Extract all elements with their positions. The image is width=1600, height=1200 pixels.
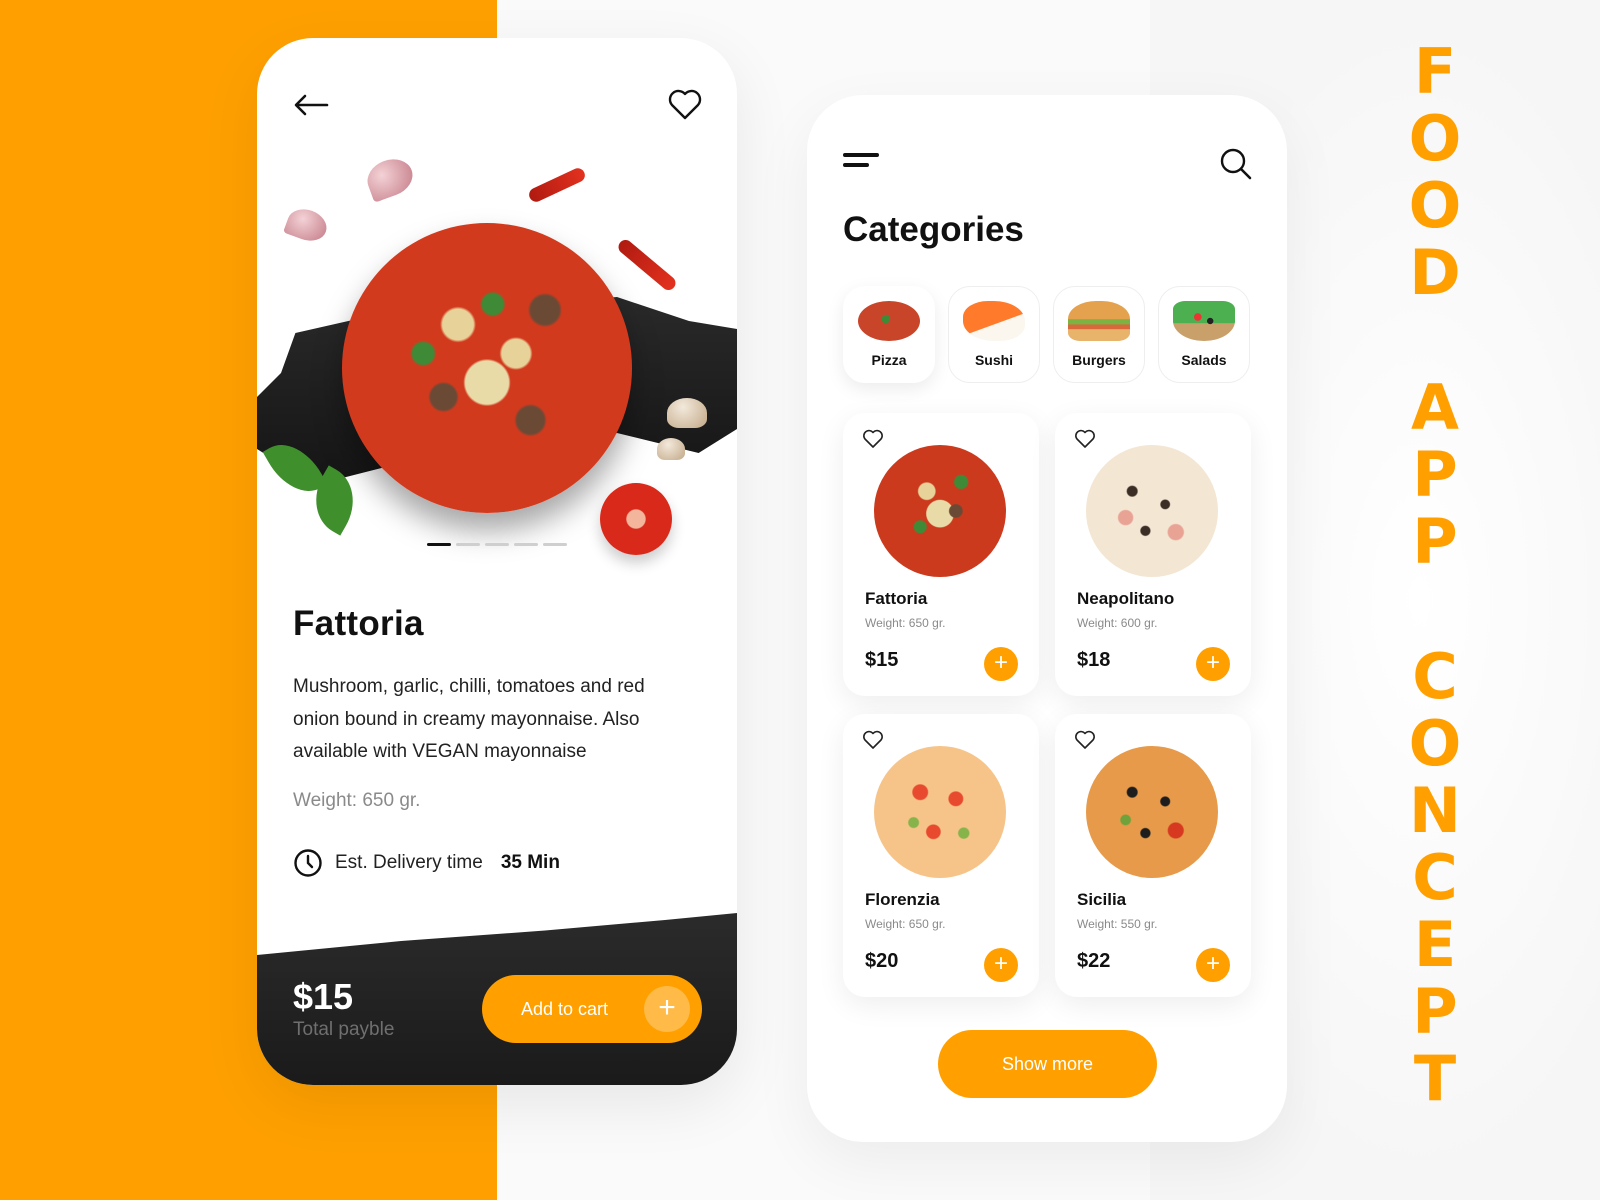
product-weight: Weight: 600 gr. (1077, 616, 1158, 630)
product-card[interactable]: Fattoria Weight: 650 gr. $15 + (843, 413, 1039, 696)
title-letter: O (1408, 707, 1462, 780)
category-pizza[interactable]: Pizza (843, 286, 935, 383)
garlic-image (283, 204, 331, 246)
category-list: Pizza Sushi Burgers Salads (843, 286, 1250, 383)
add-button[interactable]: + (984, 647, 1018, 681)
carousel-dot[interactable] (514, 543, 538, 546)
tomato-image (600, 483, 672, 555)
product-description: Mushroom, garlic, chilli, tomatoes and r… (293, 676, 645, 762)
chili-image (615, 237, 679, 293)
product-grid: Fattoria Weight: 650 gr. $15 + Neapolita… (843, 413, 1251, 997)
delivery-value: 35 Min (500, 852, 560, 873)
salad-image (1173, 301, 1235, 341)
mushroom-image (657, 438, 685, 460)
burger-image (1068, 301, 1130, 341)
heart-icon[interactable] (862, 429, 884, 449)
product-card[interactable]: Neapolitano Weight: 600 gr. $18 + (1055, 413, 1251, 696)
carousel-dot[interactable] (427, 543, 451, 546)
product-price: $18 (1077, 649, 1111, 671)
mushroom-image (667, 398, 707, 428)
hero-image (257, 118, 737, 558)
add-to-cart-label: Add to cart (521, 998, 609, 1019)
title-letter: D (1409, 236, 1461, 309)
plus-icon: + (644, 986, 690, 1032)
add-button[interactable]: + (984, 948, 1018, 982)
carousel-dot[interactable] (543, 543, 567, 546)
categories-title: Categories (843, 210, 1024, 249)
carousel-dot[interactable] (456, 543, 480, 546)
product-weight: Weight: 650 gr. (865, 616, 946, 630)
product-name: Fattoria (865, 589, 928, 608)
favorite-heart-icon[interactable] (667, 88, 703, 122)
back-arrow-icon[interactable] (291, 90, 331, 120)
clock-icon (294, 849, 322, 877)
product-weight: Weight: 650 gr. (865, 917, 946, 931)
title-letter: O (1408, 169, 1462, 242)
menu-icon[interactable] (843, 153, 883, 175)
vertical-title: FOODAPPCONCEPT (1405, 38, 1465, 1112)
title-letter: C (1412, 640, 1458, 713)
category-label: Pizza (871, 352, 907, 368)
total-price: $15 (293, 976, 354, 1017)
heart-icon[interactable] (1074, 730, 1096, 750)
title-letter: N (1409, 774, 1461, 847)
pizza-image (1086, 746, 1218, 878)
category-label: Salads (1181, 352, 1227, 368)
pizza-image (874, 445, 1006, 577)
total-price-label: Total payble (293, 1019, 395, 1040)
categories-screen: Categories Pizza Sushi Burgers Salads Fa… (807, 95, 1287, 1142)
search-icon[interactable] (1219, 147, 1253, 181)
title-letter: P (1412, 438, 1458, 511)
category-label: Burgers (1072, 352, 1126, 368)
title-letter: C (1412, 841, 1458, 914)
product-name: Florenzia (865, 890, 940, 909)
carousel-dot[interactable] (485, 543, 509, 546)
product-price: $20 (865, 950, 899, 972)
title-letter: O (1408, 102, 1462, 175)
heart-icon[interactable] (862, 730, 884, 750)
product-price: $15 (865, 649, 899, 671)
show-more-button[interactable]: Show more (938, 1030, 1157, 1098)
pizza-image (342, 223, 632, 513)
product-price: $22 (1077, 950, 1111, 972)
heart-icon[interactable] (1074, 429, 1096, 449)
product-name: Sicilia (1077, 890, 1127, 909)
title-letter: A (1411, 371, 1459, 444)
add-to-cart-button[interactable]: Add to cart + (482, 975, 702, 1043)
pizza-image (874, 746, 1006, 878)
category-sushi[interactable]: Sushi (948, 286, 1040, 383)
product-card[interactable]: Sicilia Weight: 550 gr. $22 + (1055, 714, 1251, 997)
add-button[interactable]: + (1196, 647, 1230, 681)
title-letter: T (1413, 1042, 1457, 1115)
carousel-indicator (427, 543, 567, 546)
delivery-label: Est. Delivery time (335, 852, 483, 873)
product-detail-screen: Fattoria Mushroom, garlic, chilli, tomat… (257, 38, 737, 1085)
product-name: Neapolitano (1077, 589, 1175, 608)
pizza-image (858, 301, 920, 341)
garlic-image (362, 153, 418, 203)
chili-image (526, 165, 588, 205)
product-weight: Weight: 550 gr. (1077, 917, 1158, 931)
category-label: Sushi (974, 352, 1014, 368)
add-button[interactable]: + (1196, 948, 1230, 982)
title-letter: P (1412, 975, 1458, 1048)
category-burgers[interactable]: Burgers (1053, 286, 1145, 383)
title-letter: P (1412, 505, 1458, 578)
product-weight: Weight: 650 gr. (293, 790, 421, 811)
delivery-time: Est. Delivery time 35 Min (293, 848, 560, 878)
category-salads[interactable]: Salads (1158, 286, 1250, 383)
product-card[interactable]: Florenzia Weight: 650 gr. $20 + (843, 714, 1039, 997)
title-letter: E (1413, 908, 1457, 981)
title-letter: F (1413, 35, 1457, 108)
product-title: Fattoria (293, 604, 424, 643)
pizza-image (1086, 445, 1218, 577)
sushi-image (963, 301, 1025, 341)
